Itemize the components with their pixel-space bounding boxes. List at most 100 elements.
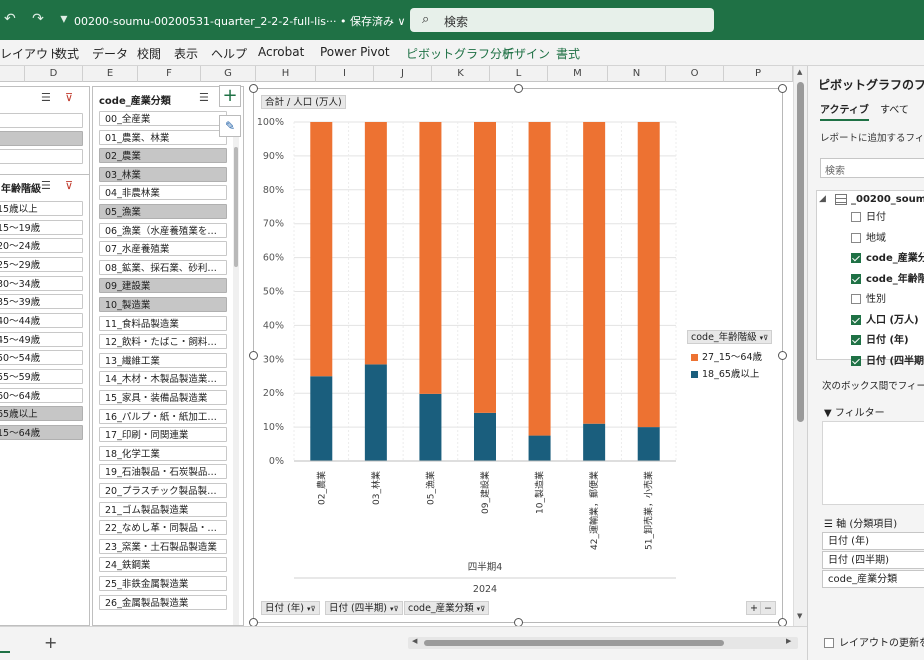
slicer-item[interactable]: 08_鉱業、採石業、砂利… <box>99 259 227 275</box>
sheet-tab-active[interactable] <box>0 633 10 653</box>
resize-handle[interactable] <box>514 84 523 93</box>
vertical-scrollbar[interactable]: ▲ ▼ <box>793 66 807 626</box>
column-header[interactable]: J <box>374 66 432 82</box>
slicer-item[interactable]: 24_鉄鋼業 <box>99 557 227 573</box>
tab-format[interactable]: 書式 <box>556 45 580 62</box>
search-box[interactable]: ⌕ 検索 <box>410 8 714 32</box>
slicer-item[interactable]: 10_製造業 <box>99 297 227 312</box>
tab-power-pivot[interactable]: Power Pivot <box>320 45 390 59</box>
slicer-item[interactable]: 16_パルプ・紙・紙加工… <box>99 408 227 424</box>
resize-handle[interactable] <box>249 351 258 360</box>
slicer-item[interactable]: 55～59歳 <box>0 368 83 384</box>
file-name[interactable]: 00200-soumu-00200531-quarter_2-2-2-full-… <box>74 13 406 29</box>
save-status[interactable]: • 保存済み ∨ <box>340 15 406 28</box>
slicer-item[interactable]: 12_飲料・たばこ・飼料… <box>99 334 227 350</box>
slicer-item[interactable]: 19_石油製品・石炭製品… <box>99 464 227 480</box>
slicer-age-group[interactable]: 年齢階級 ☰ ⊽ 15歳以上 15～19歳 20～24歳 25～29歳 30～34歳 35… <box>0 174 90 626</box>
column-header[interactable]: P <box>724 66 793 82</box>
scrollbar-thumb[interactable] <box>797 82 804 422</box>
filter-dropdown-icon[interactable]: ▾⊽ <box>307 605 316 613</box>
slicer-item[interactable]: 15～64歳 <box>0 424 83 440</box>
slicer-item[interactable]: 13_繊維工業 <box>99 352 227 368</box>
scrollbar-thumb[interactable] <box>234 147 238 267</box>
field-checkbox[interactable] <box>851 212 861 222</box>
slicer-item[interactable] <box>0 149 83 164</box>
horizontal-scrollbar[interactable]: ◀ ▶ <box>408 637 798 649</box>
scroll-left-icon[interactable]: ◀ <box>412 637 417 645</box>
slicer-item[interactable]: 22_なめし革・同製品・… <box>99 520 227 536</box>
slicer-item[interactable]: 20～24歳 <box>0 238 83 254</box>
field-checkbox[interactable] <box>851 355 861 366</box>
tab-all[interactable]: すべて <box>880 101 909 116</box>
slicer-item[interactable] <box>0 131 83 146</box>
slicer-item[interactable]: 25～29歳 <box>0 256 83 272</box>
slicer-item[interactable]: 50～54歳 <box>0 350 83 366</box>
scroll-up-icon[interactable]: ▲ <box>797 68 802 76</box>
slicer-item[interactable]: 60～64歳 <box>0 387 83 403</box>
column-header[interactable]: F <box>138 66 201 82</box>
multi-select-icon[interactable]: ☰ <box>41 91 51 104</box>
slicer-item[interactable]: 23_窯業・土石製品製造業 <box>99 538 227 554</box>
tab-pivotchart-analyze[interactable]: ピボットグラフ分析 <box>406 45 514 62</box>
slicer-item[interactable]: 01_農業、林業 <box>99 129 227 145</box>
tab-acrobat[interactable]: Acrobat <box>258 45 304 59</box>
column-header[interactable]: L <box>490 66 548 82</box>
field-item[interactable]: 日付 (年) <box>851 331 909 346</box>
column-header[interactable]: E <box>83 66 138 82</box>
field-checkbox[interactable] <box>851 335 861 345</box>
axis-field-button-year[interactable]: 日付 (年) ▾⊽ <box>261 601 320 615</box>
axis-item[interactable]: 日付 (四半期) <box>822 551 924 569</box>
slicer-item[interactable]: 17_印刷・同関連業 <box>99 427 227 443</box>
filter-dropdown-icon[interactable]: ▾⊽ <box>760 334 769 342</box>
scroll-right-icon[interactable]: ▶ <box>786 637 791 645</box>
tab-review[interactable]: 校閲 <box>137 45 161 62</box>
field-checkbox[interactable] <box>851 232 861 243</box>
column-header[interactable]: G <box>201 66 256 82</box>
slicer-item[interactable]: 25_非鉄金属製造業 <box>99 576 227 591</box>
column-header[interactable]: M <box>548 66 608 82</box>
field-checkbox[interactable] <box>851 253 861 263</box>
slicer-item[interactable]: 05_漁業 <box>99 204 227 219</box>
field-checkbox[interactable] <box>851 314 861 325</box>
axis-field-button-industry[interactable]: code_産業分類 ▾⊽ <box>404 601 490 615</box>
filter-dropdown-icon[interactable]: ▾⊽ <box>390 605 399 613</box>
column-header[interactable]: O <box>666 66 724 82</box>
slicer-item[interactable]: 15歳以上 <box>0 201 83 216</box>
slicer-item[interactable]: 26_金属製品製造業 <box>99 594 227 610</box>
slicer-item[interactable]: 30～34歳 <box>0 275 83 291</box>
collapse-field-button[interactable]: − <box>760 601 776 615</box>
column-header[interactable]: D <box>25 66 83 82</box>
filter-drop-area[interactable] <box>822 421 924 505</box>
chart-styles-brush-icon[interactable]: ✎ <box>219 115 241 137</box>
resize-handle[interactable] <box>249 84 258 93</box>
field-item[interactable]: code_年齢階級 <box>851 270 924 285</box>
slicer-item[interactable]: 40～44歳 <box>0 312 83 328</box>
clear-filter-icon[interactable]: ⊽ <box>65 179 73 192</box>
tab-active[interactable]: アクティブ <box>820 101 869 121</box>
slicer-item[interactable]: 03_林業 <box>99 166 227 182</box>
slicer-item[interactable]: 09_建設業 <box>99 278 227 294</box>
slicer-item[interactable]: 35～39歳 <box>0 294 83 310</box>
chart-elements-button[interactable]: + <box>219 85 241 107</box>
scrollbar-thumb[interactable] <box>424 640 724 646</box>
field-item[interactable]: 人口 (万人) <box>851 311 919 326</box>
slicer-item[interactable]: 20_プラスチック製品製… <box>99 483 227 498</box>
defer-update-checkbox[interactable] <box>824 638 834 648</box>
slicer-item[interactable]: 18_化学工業 <box>99 445 227 461</box>
field-item[interactable]: code_産業分類 <box>851 249 924 264</box>
pivot-chart[interactable]: 合計 / 人口 (万人) 0% 10% 20% 30% 40% 50% 60% 70% 80% 9… <box>253 88 783 623</box>
field-item[interactable]: 性別 <box>851 290 886 305</box>
slicer-item[interactable]: 11_食料品製造業 <box>99 315 227 331</box>
defer-update-option[interactable]: レイアウトの更新を保留する <box>824 634 924 649</box>
multi-select-icon[interactable]: ☰ <box>199 91 209 104</box>
tab-design[interactable]: デザイン <box>502 45 550 62</box>
tab-view[interactable]: 表示 <box>174 45 198 62</box>
slicer-item[interactable]: 04_非農林業 <box>99 185 227 201</box>
slicer-item[interactable]: 65歳以上 <box>0 406 83 422</box>
column-header[interactable]: K <box>432 66 490 82</box>
field-item[interactable]: 日付 <box>851 208 886 223</box>
add-sheet-button[interactable]: + <box>44 633 57 652</box>
field-checkbox[interactable] <box>851 273 861 284</box>
slicer-item[interactable]: 06_漁業（水産養殖業を… <box>99 222 227 238</box>
slicer-item[interactable]: 14_木材・木製品製造業… <box>99 371 227 387</box>
